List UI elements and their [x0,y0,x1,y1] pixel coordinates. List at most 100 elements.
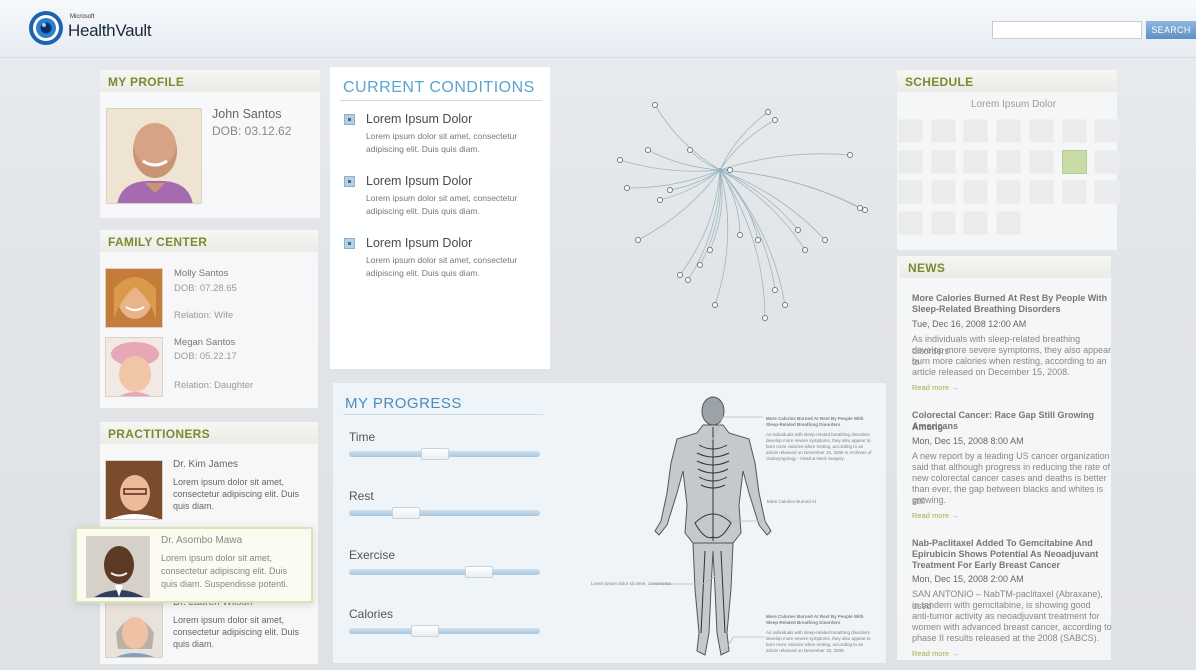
news-date-1: Mon, Dec 15, 2008 8:00 AM [912,436,1024,446]
network-node[interactable] [772,117,778,123]
network-edge [719,169,861,209]
family-avatar-molly[interactable] [105,268,163,328]
calendar-day-cell[interactable] [1094,180,1120,204]
network-node[interactable] [762,315,768,321]
news-read-more-2[interactable]: Read more → [912,649,959,658]
calendar-day-cell[interactable] [898,149,923,174]
network-node[interactable] [795,227,801,233]
network-node[interactable] [624,185,630,191]
network-node[interactable] [707,247,713,253]
network-node[interactable] [697,262,703,268]
calendar-day-cell[interactable] [1094,119,1120,143]
calendar-day-cell[interactable] [963,149,989,174]
news-read-more-0[interactable]: Read more → [912,383,959,392]
network-node[interactable] [862,207,868,213]
calendar-day-cell[interactable] [1028,119,1054,143]
network-node[interactable] [772,287,778,293]
news-title-0a[interactable]: More Calories Burned At Rest By People W… [912,293,1112,305]
slider-thumb[interactable] [464,566,493,578]
news-read-more-1[interactable]: Read more → [912,511,959,520]
search-button[interactable]: SEARCH [1146,21,1196,39]
calendar-day-cell[interactable] [930,210,956,235]
news-title-2a[interactable]: Nab-Paclitaxel Added To Gemcitabine And [912,538,1112,550]
network-node[interactable] [802,247,808,253]
slider-thumb[interactable] [411,625,440,637]
slider-time[interactable] [349,448,540,460]
slider-label-calories: Calories [349,607,394,621]
slider-thumb[interactable] [420,448,449,460]
news-body-2b: in tandem with gemcitabine, is showing g… [912,600,1091,610]
conditions-network-graph[interactable] [600,90,880,330]
news-body-0c: burn more calories when resting, accordi… [912,356,1107,366]
slider-exercise[interactable] [349,566,540,578]
network-node[interactable] [645,147,651,153]
network-node[interactable] [617,157,623,163]
network-node[interactable] [652,102,658,108]
slider-calories[interactable] [349,625,540,637]
slider-thumb[interactable] [392,507,421,519]
profile-avatar[interactable] [106,108,202,204]
family-avatar-megan[interactable] [105,337,163,397]
calendar-day-cell[interactable] [996,149,1022,174]
practitioner-avatar-2[interactable] [105,598,163,658]
healthvault-logo-icon[interactable] [28,10,64,46]
person-photo-icon [106,461,162,519]
conditions-header: CURRENT CONDITIONS [343,79,535,96]
news-title-1b[interactable]: Americans [912,421,1112,433]
network-node[interactable] [687,147,693,153]
practitioner-card-highlighted[interactable]: Dr. Asombo Mawa Lorem ipsum dolor sit am… [75,527,313,603]
calendar-day-cell[interactable] [996,119,1022,143]
calendar-day-cell[interactable] [930,149,956,174]
conditions-panel: CURRENT CONDITIONS Lorem Ipsum Dolor Lor… [330,67,550,369]
network-node[interactable] [727,167,733,173]
network-node[interactable] [737,232,743,238]
network-node[interactable] [685,277,691,283]
network-node[interactable] [857,205,863,211]
calendar-day-cell[interactable] [898,119,923,143]
news-panel: NEWS More Calories Burned At Rest By Peo… [897,256,1112,660]
calendar-day-cell[interactable] [1061,180,1087,204]
network-node[interactable] [782,302,788,308]
calendar-day-cell[interactable] [1061,149,1087,174]
calendar-day-cell[interactable] [898,180,923,204]
calendar-day-cell[interactable] [1094,149,1120,174]
calendar-day-cell[interactable] [963,210,989,235]
network-node[interactable] [765,109,771,115]
practitioner-avatar-1[interactable] [86,536,150,598]
news-title-2c[interactable]: Treatment For Early Breast Cancer [912,560,1112,572]
calendar-day-cell[interactable] [1028,180,1054,204]
body-note-4-title: More Calories Burned At Rest By People W… [766,614,864,625]
calendar-day-cell[interactable] [1028,149,1054,174]
news-title-0b[interactable]: Sleep-Related Breathing Disorders [912,304,1112,316]
calendar-day-cell[interactable] [996,180,1022,204]
news-title-2b[interactable]: Epirubicin Shows Potential As Neoadjuvan… [912,549,1112,561]
search-input[interactable] [992,21,1142,39]
schedule-panel: SCHEDULE Lorem Ipsum Dolor [897,70,1120,250]
network-node[interactable] [657,197,663,203]
calendar-day-cell[interactable] [996,210,1022,235]
network-node[interactable] [712,302,718,308]
calendar-day-cell[interactable] [963,119,989,143]
condition-name-1[interactable]: Lorem Ipsum Dolor [366,174,472,188]
network-edge [647,149,721,171]
network-node[interactable] [667,187,673,193]
top-bar: Microsoft HealthVault SEARCH [0,0,1196,58]
network-hub-node[interactable] [718,168,722,172]
practitioner-avatar-0[interactable] [105,460,163,520]
condition-name-2[interactable]: Lorem Ipsum Dolor [366,236,472,250]
calendar-day-cell[interactable] [930,180,956,204]
network-node[interactable] [755,237,761,243]
calendar-day-cell[interactable] [963,180,989,204]
family-dob-1: DOB: 05.22.17 [174,351,237,362]
network-node[interactable] [822,237,828,243]
calendar-day-cell[interactable] [898,210,923,235]
network-node[interactable] [847,152,853,158]
practitioner-name-0: Dr. Kim James [173,459,239,470]
slider-rest[interactable] [349,507,540,519]
condition-name-0[interactable]: Lorem Ipsum Dolor [366,112,472,126]
network-node[interactable] [635,237,641,243]
calendar-day-cell[interactable] [1061,119,1087,143]
person-photo-icon [87,537,149,597]
calendar-day-cell[interactable] [930,119,956,143]
network-node[interactable] [677,272,683,278]
